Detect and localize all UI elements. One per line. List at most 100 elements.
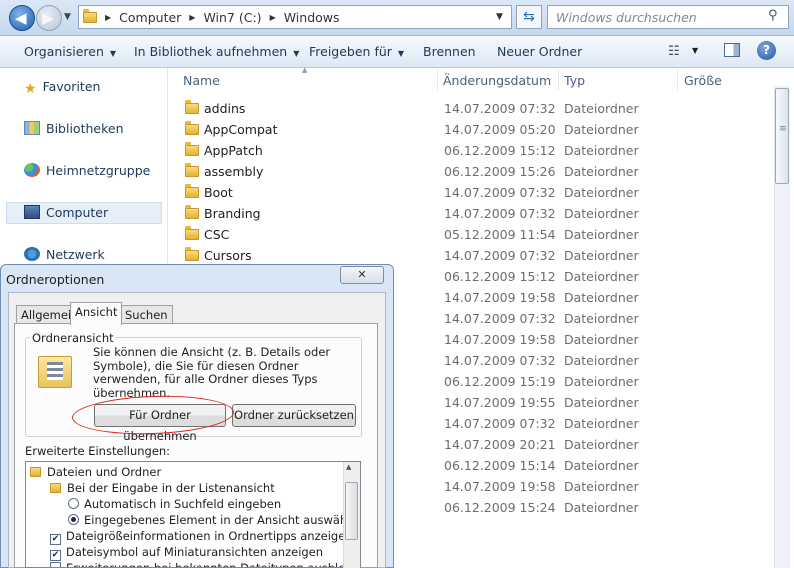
file-date: 14.07.2009 19:58 bbox=[444, 332, 556, 347]
sidebar-item-libraries[interactable]: Bibliotheken bbox=[24, 121, 124, 136]
view-options-icon[interactable]: ☷ bbox=[668, 44, 680, 59]
file-type: Dateiordner bbox=[564, 500, 639, 515]
advanced-settings-tree[interactable]: Dateien und Ordner Bei der Eingabe in der… bbox=[25, 461, 361, 568]
tree-item-label: Dateien und Ordner bbox=[47, 465, 162, 479]
new-folder-button[interactable]: Neuer Ordner bbox=[497, 44, 582, 59]
checkbox[interactable] bbox=[50, 562, 61, 567]
file-date: 05.12.2009 11:54 bbox=[444, 227, 556, 242]
address-field[interactable]: ▶ Computer ▶ Win7 (C:) ▶ Windows bbox=[78, 5, 512, 29]
breadcrumb-windows[interactable]: Windows bbox=[284, 10, 340, 25]
tree-item-label: Bei der Eingabe in der Listenansicht bbox=[67, 481, 275, 495]
radio-button[interactable] bbox=[68, 514, 79, 525]
forward-button[interactable]: ▶ bbox=[36, 5, 62, 31]
address-dropdown-icon[interactable]: ▼ bbox=[496, 12, 503, 22]
help-icon[interactable]: ? bbox=[757, 41, 776, 60]
file-name: CSC bbox=[204, 227, 230, 242]
file-type: Dateiordner bbox=[564, 458, 639, 473]
burn-button[interactable]: Brennen bbox=[423, 44, 476, 59]
tree-item-radio[interactable]: Eingegebenes Element in der Ansicht ausw… bbox=[68, 513, 360, 527]
sidebar-item-label: Bibliotheken bbox=[46, 121, 124, 136]
scroll-up-icon[interactable]: ▲ bbox=[346, 463, 351, 471]
tree-item-folder[interactable]: Dateien und Ordner bbox=[30, 465, 161, 479]
sidebar-item-homegroup[interactable]: Heimnetzgruppe bbox=[24, 163, 150, 178]
scrollbar-thumb[interactable] bbox=[775, 88, 789, 184]
file-row[interactable]: Branding 14.07.2009 07:32 Dateiordner bbox=[184, 203, 774, 224]
sidebar-item-label: Netzwerk bbox=[46, 247, 105, 262]
column-divider[interactable] bbox=[558, 70, 559, 90]
chevron-down-icon[interactable]: ▼ bbox=[692, 46, 698, 55]
file-type: Dateiordner bbox=[564, 416, 639, 431]
tab-search[interactable]: Suchen bbox=[120, 305, 173, 324]
file-type: Dateiordner bbox=[564, 269, 639, 284]
file-date: 14.07.2009 07:32 bbox=[444, 353, 556, 368]
file-row[interactable]: addins 14.07.2009 07:32 Dateiordner bbox=[184, 98, 774, 119]
sidebar-item-label: Computer bbox=[46, 205, 109, 220]
folder-icon bbox=[185, 184, 199, 198]
breadcrumb-drive[interactable]: Win7 (C:) bbox=[203, 10, 261, 25]
folder-icon bbox=[185, 121, 199, 135]
file-date: 14.07.2009 05:20 bbox=[444, 122, 556, 137]
column-header-name[interactable]: Name bbox=[183, 73, 220, 88]
tree-item-check[interactable]: ✔ Dateisymbol auf Miniaturansichten anzei… bbox=[50, 545, 323, 561]
tree-scrollbar-thumb[interactable] bbox=[345, 482, 358, 540]
file-name: AppCompat bbox=[204, 122, 278, 137]
history-dropdown-icon[interactable]: ▼ bbox=[64, 12, 71, 22]
file-row[interactable]: AppCompat 14.07.2009 05:20 Dateiordner bbox=[184, 119, 774, 140]
file-row[interactable]: CSC 05.12.2009 11:54 Dateiordner bbox=[184, 224, 774, 245]
file-type: Dateiordner bbox=[564, 122, 639, 137]
column-header-size[interactable]: Größe bbox=[684, 73, 722, 88]
tree-item-folder[interactable]: Bei der Eingabe in der Listenansicht bbox=[50, 481, 275, 495]
tab-view[interactable]: Ansicht bbox=[70, 302, 123, 325]
column-header-type[interactable]: Typ bbox=[564, 73, 585, 88]
search-input[interactable]: Windows durchsuchen bbox=[547, 5, 789, 29]
organize-button[interactable]: Organisieren ▼ bbox=[24, 44, 116, 59]
folder-view-icon bbox=[38, 356, 72, 388]
include-in-library-button[interactable]: In Bibliothek aufnehmen ▼ bbox=[134, 44, 299, 59]
file-type: Dateiordner bbox=[564, 164, 639, 179]
file-date: 14.07.2009 07:32 bbox=[444, 248, 556, 263]
breadcrumb-separator-icon[interactable]: ▶ bbox=[105, 13, 111, 22]
preview-pane-icon[interactable] bbox=[724, 43, 740, 57]
tree-item-label: Dateigrößeinformationen in Ordnertipps a… bbox=[66, 529, 353, 543]
file-date: 14.07.2009 07:32 bbox=[444, 101, 556, 116]
refresh-button[interactable]: ⇆ bbox=[516, 5, 542, 29]
checkbox[interactable]: ✔ bbox=[50, 550, 61, 561]
file-date: 14.07.2009 07:32 bbox=[444, 416, 556, 431]
breadcrumb-separator-icon[interactable]: ▶ bbox=[270, 13, 276, 22]
search-icon[interactable]: ⚲ bbox=[768, 8, 778, 23]
folder-icon bbox=[30, 467, 41, 477]
sidebar-item-computer[interactable]: Computer bbox=[24, 205, 108, 220]
breadcrumb-separator-icon[interactable]: ▶ bbox=[189, 13, 195, 22]
file-row[interactable]: Cursors 14.07.2009 07:32 Dateiordner bbox=[184, 245, 774, 266]
folder-icon bbox=[50, 483, 61, 493]
column-header-date[interactable]: Änderungsdatum bbox=[443, 73, 551, 88]
file-row[interactable]: Boot 14.07.2009 07:32 Dateiordner bbox=[184, 182, 774, 203]
file-row[interactable]: assembly 06.12.2009 15:26 Dateiordner bbox=[184, 161, 774, 182]
folder-icon bbox=[185, 226, 199, 240]
file-row[interactable]: AppPatch 06.12.2009 15:12 Dateiordner bbox=[184, 140, 774, 161]
share-button[interactable]: Freigeben für ▼ bbox=[309, 44, 404, 59]
file-type: Dateiordner bbox=[564, 437, 639, 452]
file-name: Cursors bbox=[204, 248, 252, 263]
close-button[interactable]: ✕ bbox=[340, 266, 384, 284]
file-type: Dateiordner bbox=[564, 374, 639, 389]
file-date: 14.07.2009 20:21 bbox=[444, 437, 556, 452]
file-name: addins bbox=[204, 101, 246, 116]
radio-button[interactable] bbox=[68, 498, 79, 509]
reset-folders-button[interactable]: Ordner zurücksetzen bbox=[232, 404, 356, 427]
chevron-down-icon: ▼ bbox=[397, 49, 405, 58]
checkbox[interactable]: ✔ bbox=[50, 534, 61, 545]
column-divider[interactable] bbox=[437, 70, 438, 90]
tree-item-check[interactable]: ✔ Dateigrößeinformationen in Ordnertipps … bbox=[50, 529, 353, 545]
column-divider[interactable] bbox=[677, 70, 678, 90]
breadcrumb-computer[interactable]: Computer bbox=[119, 10, 181, 25]
file-date: 06.12.2009 15:12 bbox=[444, 143, 556, 158]
dialog-title: Ordneroptionen bbox=[6, 272, 105, 287]
tree-item-radio[interactable]: Automatisch in Suchfeld eingeben bbox=[68, 497, 281, 511]
sidebar-item-network[interactable]: Netzwerk bbox=[24, 247, 105, 262]
sidebar-item-favorites[interactable]: ★ Favoriten bbox=[24, 79, 100, 97]
tree-item-check[interactable]: Erweiterungen bei bekannten Dateitypen a… bbox=[50, 561, 360, 567]
back-button[interactable]: ◀ bbox=[9, 5, 35, 31]
file-date: 14.07.2009 07:32 bbox=[444, 206, 556, 221]
file-date: 14.07.2009 07:32 bbox=[444, 311, 556, 326]
